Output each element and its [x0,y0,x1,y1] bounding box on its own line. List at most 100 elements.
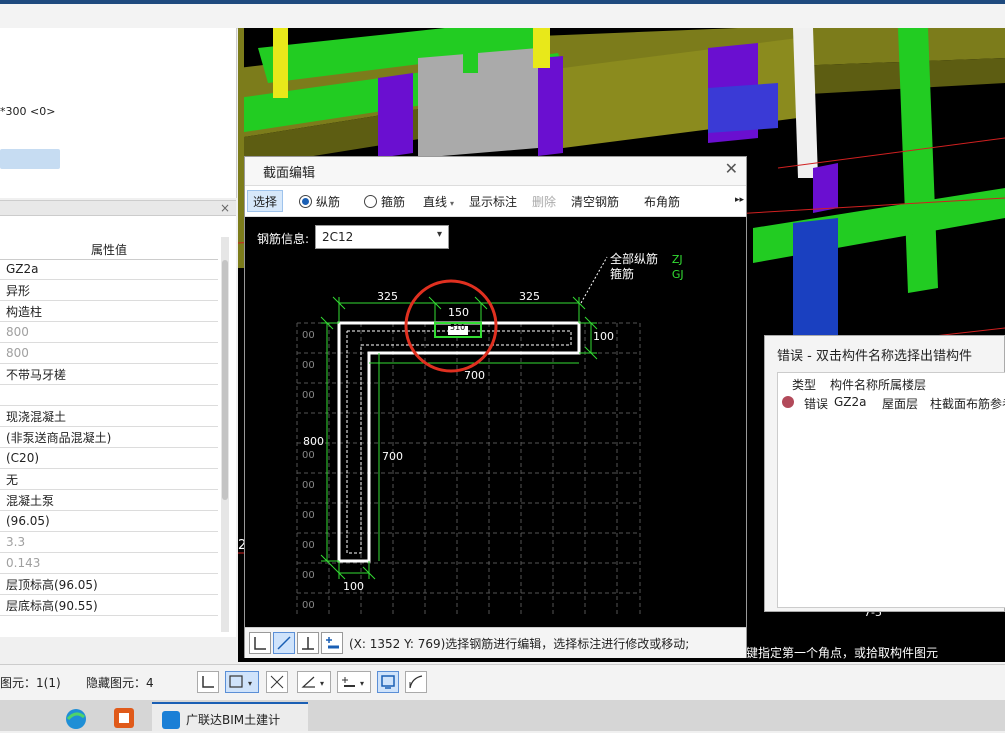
property-row[interactable]: (96.05) [0,510,218,532]
property-value: 异形 [0,279,218,301]
section-canvas[interactable]: 钢筋信息: 2C12 ▾ 全部纵筋 ZJ 箍筋 GJ 325 150 325 1… [245,217,746,627]
property-row[interactable]: 0.143 [0,552,218,574]
dynamic-input-button[interactable] [377,671,399,693]
property-value: 0.143 [0,552,218,574]
error-window-title: 错误 - 双击构件名称选择出错构件 [777,349,972,364]
corner-icon [254,637,266,650]
plus-line-icon: ▾ [342,677,364,688]
property-value: 不带马牙槎 [0,363,218,385]
property-row[interactable]: 现浇混凝土 [0,405,218,427]
grid-row-label: 00 [302,510,315,521]
corner-rebar-button[interactable]: 布角筋 [644,193,680,210]
property-row[interactable]: 不带马牙槎 [0,363,218,385]
select-mode-dropdown[interactable]: ▾ [225,671,259,693]
curve-mode-button[interactable] [405,671,427,693]
show-dims-button[interactable]: 显示标注 [469,193,517,210]
property-row[interactable]: 800 [0,342,218,364]
property-row[interactable]: 异形 [0,279,218,301]
dim-top-left: 325 [377,290,398,303]
toolbar-overflow-icon[interactable]: ▸▸ [735,195,744,205]
cross-select-button[interactable] [266,671,288,693]
dialog-title: 截面编辑 [263,166,316,181]
component-spec-text: *300 <0> [0,105,56,118]
orthogonal-tool-button[interactable] [249,632,271,654]
svg-text:▾: ▾ [248,679,252,688]
taskbar-app-bim[interactable]: 广联达BIM土建计 [152,702,308,731]
snap-tool-button[interactable] [297,632,319,654]
close-icon[interactable]: × [220,201,230,215]
clear-rebar-button[interactable]: 清空钢筋 [571,193,619,210]
close-icon[interactable]: ✕ [725,159,738,178]
longitudinal-radio[interactable]: 纵筋 [299,193,340,210]
legend-stirrup-label: 箍筋 [610,267,635,281]
app-launcher-icon[interactable] [110,702,138,731]
curve-icon [409,675,423,689]
dropdown-arrow-icon: ▾ [450,199,455,208]
line-label: 直线 [423,195,448,209]
dialog-footer: (X: 1352 Y: 769)选择钢筋进行编辑，选择标注进行修改或移动; [245,627,746,658]
properties-header-bar: × [0,201,236,216]
property-row[interactable]: 800 [0,321,218,343]
property-value: 混凝土泵 [0,489,218,511]
oblique-tool-button[interactable] [273,632,295,654]
legend-stirrup: 箍筋 GJ [610,265,684,282]
command-hint: 键指定第一个角点，或拾取构件图元 [746,646,939,660]
properties-scrollbar-thumb[interactable] [222,260,228,500]
delete-button[interactable]: 删除 [532,193,556,210]
cross-icon [270,675,284,689]
grid-row-label: 00 [302,360,315,371]
property-row[interactable]: 层顶标高(96.05) [0,573,218,595]
taskbar-app-label: 广联达BIM土建计 [186,713,281,727]
property-value: (非泵送商品混凝土) [0,426,218,448]
property-row[interactable]: GZ2a [0,259,218,280]
angle-icon: ▾ [301,676,324,688]
property-value: 层顶标高(96.05) [0,573,218,595]
add-rebar-tool-button[interactable] [321,632,343,654]
property-value: 构造柱 [0,300,218,322]
rebar-small-label: 510 [450,323,466,332]
svg-text:▾: ▾ [320,679,324,688]
snap-icon [302,637,314,650]
error-row-name: GZ2a [834,395,867,409]
property-row[interactable]: 混凝土泵 [0,489,218,511]
property-row[interactable]: 无 [0,468,218,490]
longitudinal-label: 纵筋 [316,195,341,209]
stirrup-radio[interactable]: 箍筋 [364,193,405,210]
property-row[interactable]: 3.3 [0,531,218,553]
property-row[interactable]: 构造柱 [0,300,218,322]
taskbar: 广联达BIM土建计 [0,700,1005,731]
svg-text:▾: ▾ [360,679,364,688]
grid-row-label: 00 [302,480,315,491]
property-value-header: 属性值 [0,238,218,260]
property-value: 无 [0,468,218,490]
legend-all-longitudinal-label: 全部纵筋 [610,252,659,266]
error-row-type: 错误 [804,397,829,411]
line-dropdown[interactable]: 直线 ▾ [423,193,454,210]
error-col-type: 类型 [792,378,817,392]
angle-mode-dropdown[interactable]: ▾ [297,671,331,693]
snap-mode-dropdown[interactable]: ▾ [337,671,371,693]
radio-checked-icon [299,195,312,208]
property-row[interactable]: (非泵送商品混凝土) [0,426,218,448]
hidden-count: 隐藏图元：4 [86,676,154,690]
property-row[interactable] [0,384,218,406]
properties-panel: × 属性值 GZ2a 异形 构造柱 800 800 不带马牙槎 现浇混凝土 (非泵送商品混凝土… [0,200,236,637]
dim-top-mid: 150 [448,306,469,319]
property-value: 3.3 [0,531,218,553]
property-value-header-label: 属性值 [90,243,127,257]
grid-row-label: 00 [302,540,315,551]
dim-right-flange: 100 [593,330,614,343]
edge-browser-icon[interactable] [62,702,90,731]
grid-row-label: 00 [302,330,315,341]
ortho-mode-button[interactable] [197,671,219,693]
property-row[interactable]: (C20) [0,447,218,469]
properties-table: GZ2a 异形 构造柱 800 800 不带马牙槎 现浇混凝土 (非泵送商品混凝土) (C20)… [0,259,218,616]
rectangle-select-icon: ▾ [229,675,252,688]
property-value: (C20) [0,447,218,469]
selected-list-row[interactable] [0,149,60,169]
dim-flange-bottom: 700 [464,369,485,382]
property-row[interactable]: 层底标高(90.55) [0,594,218,616]
radio-unchecked-icon [364,195,377,208]
diagonal-line-icon [277,636,291,650]
property-value: 800 [0,321,218,343]
